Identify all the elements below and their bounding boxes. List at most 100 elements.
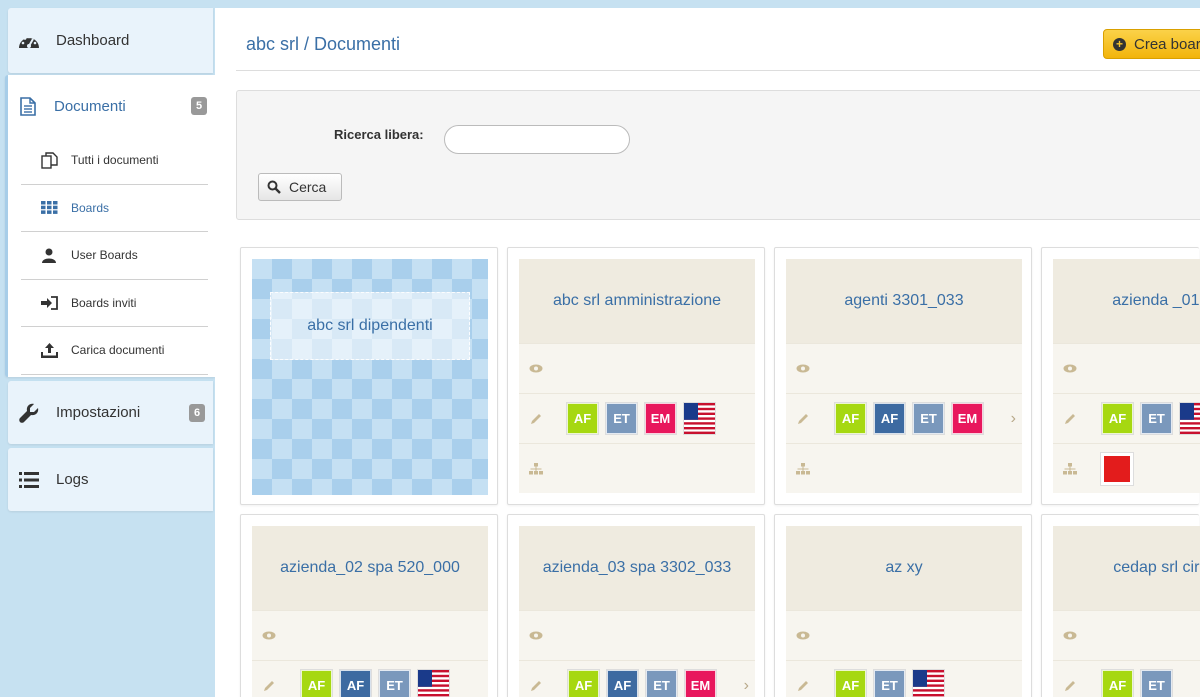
us-flag-icon[interactable]: [913, 670, 944, 697]
pencil-icon[interactable]: [524, 412, 548, 425]
nav-impostazioni[interactable]: Impostazioni 6: [8, 381, 213, 444]
tag-em[interactable]: EM: [685, 670, 716, 697]
board-card[interactable]: azienda _01 spa AF ET: [1041, 247, 1200, 505]
board-title[interactable]: agenti 3301_033: [786, 259, 1022, 343]
eye-icon[interactable]: [524, 631, 548, 640]
board-views-row: [1053, 343, 1200, 393]
tag-em[interactable]: EM: [645, 403, 676, 434]
tag-af[interactable]: AF: [567, 403, 598, 434]
board-hierarchy-row: [786, 443, 1022, 493]
board-title[interactable]: cedap srl circola: [1053, 526, 1200, 610]
tag-af[interactable]: AF: [1102, 403, 1133, 434]
board-views-row: [786, 610, 1022, 660]
eye-icon[interactable]: [791, 631, 815, 640]
board-card[interactable]: az xy AF ET: [774, 514, 1032, 697]
tag-et[interactable]: ET: [1141, 403, 1172, 434]
board-card[interactable]: agenti 3301_033 AF AF ET EM ›: [774, 247, 1032, 505]
eye-icon[interactable]: [791, 364, 815, 373]
board-tags-row: AF ET: [786, 660, 1022, 697]
list-icon: [18, 469, 40, 491]
document-icon: [20, 96, 40, 116]
user-icon: [39, 248, 59, 263]
us-flag-icon[interactable]: [1180, 403, 1200, 434]
board-card[interactable]: azienda_02 spa 520_000 AF AF ET: [240, 514, 498, 697]
company-logo[interactable]: [1101, 452, 1133, 485]
tag-af[interactable]: AF: [607, 670, 638, 697]
board-title[interactable]: abc srl dipendenti: [270, 292, 470, 360]
nav-logs[interactable]: Logs: [8, 448, 213, 511]
nav-documenti-label: Documenti: [54, 97, 126, 115]
tag-et[interactable]: ET: [1141, 670, 1172, 697]
pencil-icon[interactable]: [791, 679, 815, 692]
copy-icon: [39, 152, 59, 169]
search-icon: [267, 180, 281, 194]
board-title[interactable]: abc srl amministrazione: [519, 259, 755, 343]
breadcrumb[interactable]: abc srl / Documenti: [246, 34, 400, 55]
tag-et[interactable]: ET: [874, 670, 905, 697]
board-title[interactable]: az xy: [786, 526, 1022, 610]
board-title[interactable]: azienda _01 spa: [1053, 259, 1200, 343]
tag-et[interactable]: ET: [646, 670, 677, 697]
board-tags-row: AF ET: [1053, 393, 1200, 443]
eye-icon[interactable]: [524, 364, 548, 373]
us-flag-icon[interactable]: [684, 403, 715, 434]
sidebar-item-carica-documenti[interactable]: Carica documenti: [21, 327, 208, 375]
sitemap-icon[interactable]: [1058, 462, 1082, 475]
nav-dashboard-label: Dashboard: [56, 32, 130, 49]
crea-board-button[interactable]: + Crea board: [1103, 29, 1200, 59]
pencil-icon[interactable]: [1058, 412, 1082, 425]
tag-em[interactable]: EM: [952, 403, 983, 434]
cerca-button[interactable]: Cerca: [258, 173, 342, 201]
sidebar-item-label: Carica documenti: [71, 343, 165, 358]
tag-et[interactable]: ET: [913, 403, 944, 434]
company-logo-image: [1104, 455, 1130, 482]
board-views-row: [519, 610, 755, 660]
eye-icon[interactable]: [1058, 631, 1082, 640]
chevron-right-icon[interactable]: ›: [1011, 410, 1016, 428]
nav-documenti[interactable]: Documenti 5: [8, 75, 215, 137]
sign-in-icon: [39, 295, 59, 310]
sidebar-item-boards[interactable]: Boards: [21, 185, 208, 232]
board-title[interactable]: azienda_03 spa 3302_033: [519, 526, 755, 610]
nav-dashboard[interactable]: Dashboard: [8, 8, 213, 73]
pencil-icon[interactable]: [1058, 679, 1082, 692]
nav-logs-label: Logs: [56, 471, 89, 488]
us-flag-icon[interactable]: [418, 670, 449, 697]
tag-af[interactable]: AF: [835, 670, 866, 697]
search-input[interactable]: [444, 125, 630, 154]
sitemap-icon[interactable]: [524, 462, 548, 475]
eye-icon[interactable]: [257, 631, 281, 640]
sidebar-item-user-boards[interactable]: User Boards: [21, 232, 208, 280]
board-card[interactable]: abc srl dipendenti: [240, 247, 498, 505]
tag-et[interactable]: ET: [379, 670, 410, 697]
cerca-label: Cerca: [289, 179, 327, 195]
tag-af[interactable]: AF: [301, 670, 332, 697]
board-hierarchy-row: [519, 443, 755, 493]
pencil-icon[interactable]: [524, 679, 548, 692]
tag-et[interactable]: ET: [606, 403, 637, 434]
board-title[interactable]: azienda_02 spa 520_000: [252, 526, 488, 610]
tag-af[interactable]: AF: [874, 403, 905, 434]
nav-impostazioni-label: Impostazioni: [56, 404, 141, 421]
board-views-row: [252, 610, 488, 660]
chevron-right-icon[interactable]: ›: [744, 677, 749, 695]
tag-af[interactable]: AF: [340, 670, 371, 697]
pencil-icon[interactable]: [257, 679, 281, 692]
tag-af[interactable]: AF: [835, 403, 866, 434]
tag-af[interactable]: AF: [568, 670, 599, 697]
board-views-row: [1053, 610, 1200, 660]
board-tags-row: AF ET EM: [519, 393, 755, 443]
board-tags-row: AF AF ET EM ›: [519, 660, 755, 697]
pencil-icon[interactable]: [791, 412, 815, 425]
sidebar-item-tutti-documenti[interactable]: Tutti i documenti: [21, 137, 208, 185]
sitemap-icon[interactable]: [791, 462, 815, 475]
sidebar-item-label: Boards: [71, 200, 110, 215]
board-card[interactable]: abc srl amministrazione AF ET EM: [507, 247, 765, 505]
impostazioni-count-badge: 6: [189, 403, 205, 422]
board-card[interactable]: azienda_03 spa 3302_033 AF AF ET EM ›: [507, 514, 765, 697]
eye-icon[interactable]: [1058, 364, 1082, 373]
tag-af[interactable]: AF: [1102, 670, 1133, 697]
sidebar-item-boards-inviti[interactable]: Boards inviti: [21, 280, 208, 327]
board-card[interactable]: cedap srl circola AF ET: [1041, 514, 1200, 697]
sidebar: Dashboard Documenti 5 Tutti i documenti …: [0, 0, 215, 697]
